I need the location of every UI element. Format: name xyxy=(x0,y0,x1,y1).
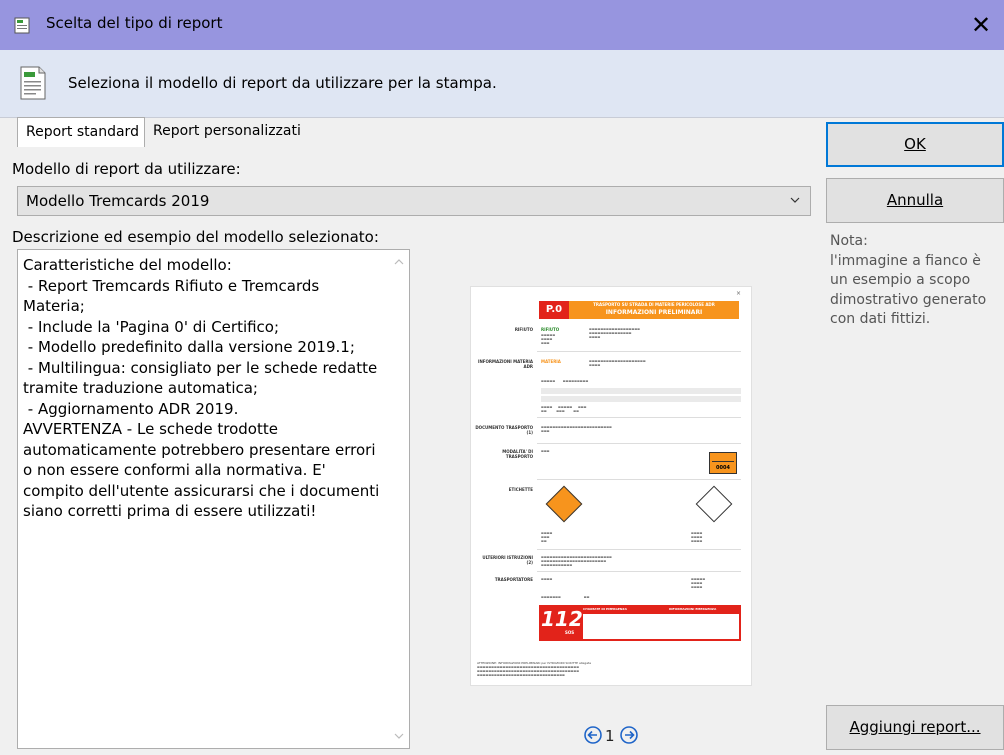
cancel-button-label: Annulla xyxy=(886,191,944,209)
preview-footer-text: ATTENZIONE: INFORMAZIONI PRELIMINARI per… xyxy=(477,661,592,665)
model-label: Modello di report da utilizzare: xyxy=(12,160,241,178)
add-report-button[interactable]: Aggiungi report... xyxy=(826,705,1004,750)
preview-lines-e: ▬▬▬▬ ▬▬▬▬▬ ▬▬▬ ▬▬ ▬▬▬ ▬▬ xyxy=(541,405,587,413)
note-text: Nota: l'immagine a fianco è un esempio a… xyxy=(830,233,987,327)
preview-emergency-body xyxy=(583,614,739,639)
model-select-value: Modello Tremcards 2019 xyxy=(26,192,210,210)
preview-lines-g: ▬▬▬ xyxy=(541,449,550,453)
preview-lines-j: ▬▬▬▬▬▬▬▬▬▬▬▬▬▬▬▬▬▬▬▬▬▬▬▬▬ ▬▬▬▬▬▬▬▬▬▬▬▬▬▬▬… xyxy=(541,555,612,567)
corrosive-label-icon xyxy=(695,485,733,523)
preview-row-info-materia: INFORMAZIONI MATERIA ADR xyxy=(477,359,533,369)
scroll-up-icon[interactable] xyxy=(394,258,404,266)
description-text: Caratteristiche del modello: - Report Tr… xyxy=(23,256,380,520)
description-scrollbar[interactable] xyxy=(389,250,409,748)
preview-divider xyxy=(537,351,741,352)
preview-row-ulteriori: ULTERIORI ISTRUZIONI (2) xyxy=(482,555,533,565)
preview-row-modalita: MODALITA' DI TRASPORTO xyxy=(502,449,533,459)
preview-lines-h: ▬▬▬▬ ▬▬▬ ▬▬ xyxy=(541,531,553,543)
preview-divider xyxy=(537,571,741,572)
tab-report-standard[interactable]: Report standard xyxy=(17,117,145,147)
preview-emergency-sos: SOS xyxy=(565,630,575,635)
report-app-icon xyxy=(14,17,30,34)
model-select[interactable]: Modello Tremcards 2019 xyxy=(17,186,811,216)
previous-page-icon[interactable] xyxy=(584,726,602,744)
explosive-label-icon xyxy=(545,485,583,523)
cancel-button[interactable]: Annulla xyxy=(826,178,1004,223)
preview-close-mark: × xyxy=(735,290,741,297)
preview-lines-c: ▬▬▬▬▬▬▬▬▬▬▬▬▬▬▬▬▬▬▬▬ ▬▬▬▬ xyxy=(589,359,646,367)
preview-emergency-number: 112 xyxy=(541,607,583,631)
preview-grey-bar-1 xyxy=(541,388,741,394)
preview-lines-d: ▬▬▬▬▬ ▬▬▬▬▬▬▬▬▬ xyxy=(541,379,589,383)
chevron-down-icon xyxy=(790,197,800,203)
preview-divider xyxy=(537,443,741,444)
report-preview-image: × P.0 TRASPORTO SU STRADA DI MATERIE PER… xyxy=(470,286,752,686)
preview-header: TRASPORTO SU STRADA DI MATERIE PERICOLOS… xyxy=(569,301,739,319)
title-bar: Scelta del tipo di report ✕ xyxy=(0,0,1004,50)
preview-header-line2: INFORMAZIONI PRELIMINARI xyxy=(605,309,703,316)
preview-lines-i: ▬▬▬▬ ▬▬▬▬ ▬▬▬▬ xyxy=(691,531,703,543)
preview-orange-plate: 0004 xyxy=(709,452,737,474)
preview-row-trasportatore: TRASPORTATORE xyxy=(494,577,533,582)
description-textbox[interactable]: Caratteristiche del modello: - Report Tr… xyxy=(17,249,410,749)
preview-green-label: RIFIUTO xyxy=(541,327,560,332)
tab-report-personalizzati[interactable]: Report personalizzati xyxy=(145,118,325,146)
header-instruction: Seleziona il modello di report da utiliz… xyxy=(68,74,497,92)
window-title: Scelta del tipo di report xyxy=(46,14,223,32)
scroll-down-icon[interactable] xyxy=(394,732,404,740)
page-number: 1 xyxy=(605,727,615,745)
description-label: Descrizione ed esempio del modello selez… xyxy=(12,228,379,246)
preview-row-rifiuto: RIFIUTO xyxy=(514,327,533,332)
preview-lines-a: ▬▬▬▬▬ ▬▬▬▬ ▬▬▬ xyxy=(541,333,556,345)
document-icon xyxy=(20,66,46,100)
preview-divider xyxy=(537,479,741,480)
preview-emergency-box: 112 SOS CHIAMATE DI EMERGENZA INFORMAZIO… xyxy=(539,605,741,641)
ok-button[interactable]: OK xyxy=(826,122,1004,167)
ok-button-label: OK xyxy=(904,135,926,153)
preview-emergency-h2: INFORMAZIONI EMERGENZA xyxy=(669,607,717,611)
preview-lines-k: ▬▬▬▬ xyxy=(541,577,553,581)
preview-emergency-h1: CHIAMATE DI EMERGENZA xyxy=(583,607,627,611)
preview-un-number: 0004 xyxy=(716,465,730,471)
preview-grey-bar-2 xyxy=(541,396,741,402)
next-page-icon[interactable] xyxy=(620,726,638,744)
preview-lines-f: ▬▬▬▬▬▬▬▬▬▬▬▬▬▬▬▬▬▬▬▬▬▬▬▬▬ ▬▬▬ xyxy=(541,425,612,433)
preview-row-documento: DOCUMENTO TRASPORTO (1) xyxy=(475,425,533,435)
preview-divider xyxy=(537,417,741,418)
preview-lines-b: ▬▬▬▬▬▬▬▬▬▬▬▬▬▬▬▬▬▬ ▬▬▬▬▬▬▬▬▬▬▬▬▬▬▬ ▬▬▬▬ xyxy=(589,327,641,339)
preview-orange-label: MATERIA xyxy=(541,359,561,364)
add-report-button-label: Aggiungi report... xyxy=(849,718,981,736)
preview-footer: ATTENZIONE: INFORMAZIONI PRELIMINARI per… xyxy=(477,661,592,677)
preview-divider xyxy=(537,549,741,550)
preview-lines-m: ▬▬▬▬▬▬▬ ▬▬ xyxy=(541,595,590,599)
preview-lines-l: ▬▬▬▬▬ ▬▬▬▬ ▬▬▬▬ xyxy=(691,577,706,589)
preview-code: P.0 xyxy=(539,301,569,319)
dialog-window: Scelta del tipo di report ✕ Seleziona il… xyxy=(0,0,1004,755)
close-icon[interactable]: ✕ xyxy=(958,0,1004,50)
preview-row-etichette: ETICHETTE xyxy=(508,487,533,492)
header-band: Seleziona il modello di report da utiliz… xyxy=(0,50,1004,118)
preview-header-line1: TRASPORTO SU STRADA DI MATERIE PERICOLOS… xyxy=(593,302,715,307)
